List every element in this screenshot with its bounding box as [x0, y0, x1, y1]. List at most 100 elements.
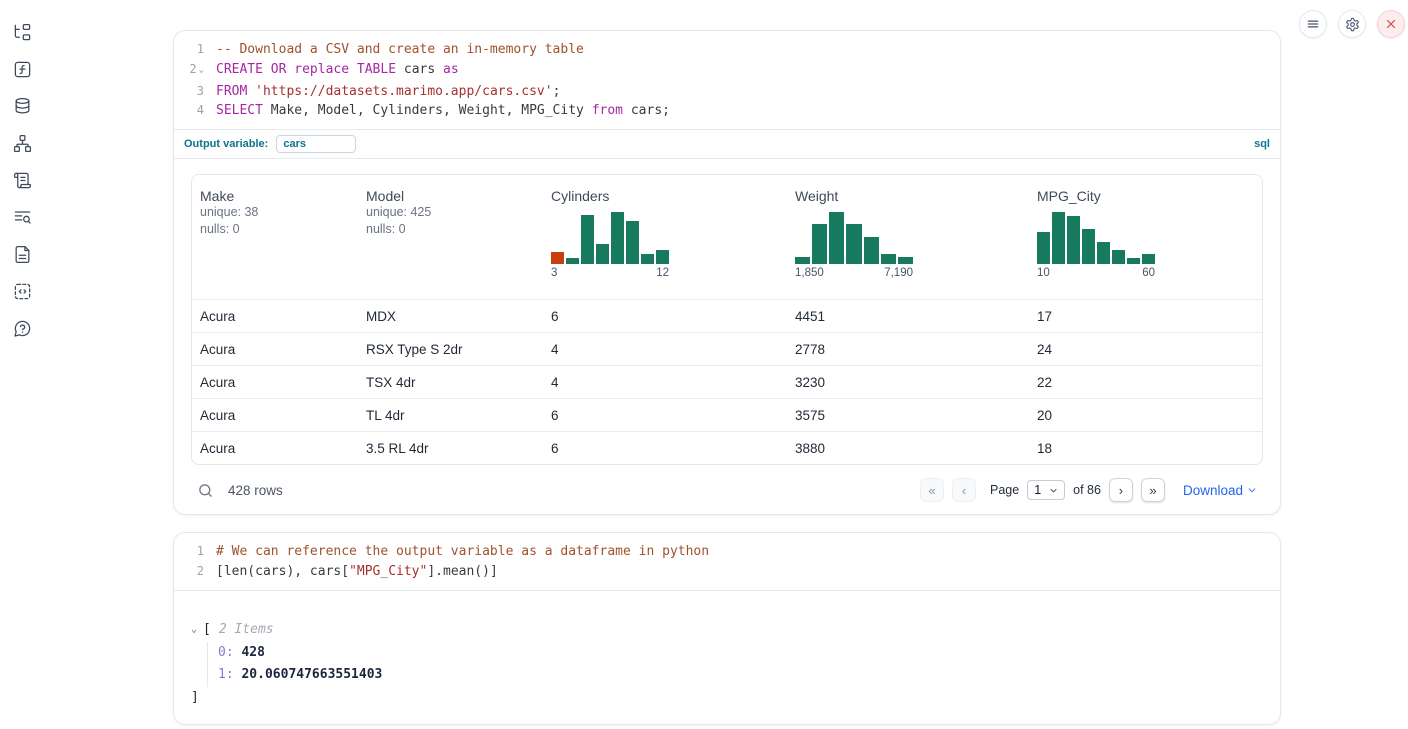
column-header[interactable]: Cylinders 312 [543, 175, 787, 285]
code-line: 2[len(cars), cars["MPG_City"].mean()] [174, 562, 1280, 582]
table-cell: Acura [192, 342, 358, 357]
close-bracket: ] [191, 688, 1263, 708]
column-header[interactable]: Modelunique: 425nulls: 0 [358, 175, 543, 243]
histogram-axis: 1,850 7,190 [795, 267, 913, 279]
items-count: 2 Items [219, 620, 274, 640]
line-number: 2 [174, 562, 208, 582]
tree-item-key: 0: [218, 645, 234, 660]
chevron-down-icon [1247, 485, 1257, 495]
column-stat: unique: 425 [366, 204, 535, 221]
page-label: Page [990, 483, 1019, 497]
first-page-button[interactable]: « [920, 478, 944, 502]
download-label: Download [1183, 483, 1243, 498]
table-cell: 2778 [787, 342, 1029, 357]
language-badge: sql [1254, 138, 1270, 150]
table-cell: 6 [543, 441, 787, 456]
histogram-bar [596, 244, 609, 264]
download-button[interactable]: Download [1183, 483, 1257, 498]
column-title: Model [366, 188, 535, 204]
histogram-bar [581, 215, 594, 264]
tree-head[interactable]: ⌄ [ 2 Items [191, 620, 1263, 640]
code-token: TABLE [357, 62, 396, 77]
code-text: [len(cars), cars["MPG_City"].mean()] [208, 562, 498, 582]
settings-button[interactable] [1338, 10, 1366, 38]
code-token: Make, Model, Cylinders, Weight, MPG_City [263, 103, 592, 118]
collapse-caret-icon[interactable]: ⌄ [191, 620, 203, 640]
scroll-logs-icon[interactable] [13, 171, 32, 190]
code-text: SELECT Make, Model, Cylinders, Weight, M… [208, 101, 670, 121]
menu-button[interactable] [1299, 10, 1327, 38]
code-token: replace [294, 62, 349, 77]
code-token: OR [271, 62, 287, 77]
data-table: Makeunique: 38nulls: 0Modelunique: 425nu… [191, 174, 1263, 465]
python-code-editor[interactable]: 1# We can reference the output variable … [174, 533, 1280, 590]
axis-max-label: 7,190 [884, 267, 913, 279]
code-line: 1# We can reference the output variable … [174, 542, 1280, 562]
histogram-axis: 10 60 [1037, 267, 1155, 279]
column-title: Cylinders [551, 188, 779, 204]
code-token: CREATE [216, 62, 263, 77]
table-cell: 3230 [787, 375, 1029, 390]
close-button[interactable] [1377, 10, 1405, 38]
column-stat: nulls: 0 [200, 221, 350, 238]
histogram-axis: 312 [551, 267, 669, 279]
axis-min-label: 1,850 [795, 267, 824, 279]
helper-sidebar [0, 0, 44, 729]
output-variable-input[interactable] [276, 135, 356, 153]
column-header[interactable]: Makeunique: 38nulls: 0 [192, 175, 358, 243]
python-cell-output: ⌄ [ 2 Items 0: 4281: 20.060747663551403 … [174, 590, 1280, 724]
column-header[interactable]: Weight1,8507,190 [787, 175, 1029, 285]
histogram-bars [795, 212, 913, 264]
line-number: 3 [174, 82, 208, 102]
last-page-button[interactable]: » [1141, 478, 1165, 502]
dependency-graph-icon[interactable] [13, 134, 32, 153]
axis-max-label: 60 [1142, 267, 1155, 279]
axis-min-label: 10 [1037, 267, 1050, 279]
database-icon[interactable] [13, 97, 32, 116]
fold-chevron-icon[interactable]: ⌄ [199, 61, 204, 81]
code-text: # We can reference the output variable a… [208, 542, 709, 562]
histogram-bar [1112, 250, 1125, 265]
page-select[interactable]: 1 [1027, 480, 1065, 500]
column-title: Make [200, 188, 350, 204]
help-chat-icon[interactable] [13, 319, 32, 338]
code-token: ].mean()] [427, 564, 497, 579]
histogram-bar [864, 237, 879, 265]
code-token: SELECT [216, 103, 263, 118]
document-icon[interactable] [13, 245, 32, 264]
histogram-bar [1037, 232, 1050, 264]
close-icon [1385, 18, 1397, 30]
table-cell: Acura [192, 375, 358, 390]
code-token [263, 62, 271, 77]
histogram-bar [1142, 254, 1155, 264]
chevron-down-icon [1049, 486, 1058, 495]
page-total: of 86 [1073, 483, 1101, 497]
next-page-button[interactable]: › [1109, 478, 1133, 502]
table-cell: TL 4dr [358, 408, 543, 423]
histogram-bars [1037, 212, 1155, 264]
column-histogram: 1,850 7,190 [795, 212, 913, 279]
code-line: 1-- Download a CSV and create an in-memo… [174, 40, 1280, 60]
code-token: 'https://datasets.marimo.app/cars.csv' [255, 84, 552, 99]
code-token: FROM [216, 84, 247, 99]
histogram-bar [812, 224, 827, 265]
code-token: cars; [623, 103, 670, 118]
text-search-icon[interactable] [13, 208, 32, 227]
output-variable-label: Output variable: [184, 138, 268, 150]
function-square-icon[interactable] [13, 60, 32, 79]
rows-info: 428 rows [197, 482, 283, 499]
table-footer: 428 rows « ‹ Page 1 of 86 › » Download [191, 465, 1263, 504]
table-cell: 22 [1029, 375, 1262, 390]
histogram-bar [881, 254, 896, 264]
gear-icon [1345, 17, 1360, 32]
tree-item-key: 1: [218, 667, 234, 682]
code-text: CREATE OR replace TABLE cars as [208, 60, 459, 82]
file-tree-icon[interactable] [13, 23, 32, 42]
histogram-bar [795, 257, 810, 264]
search-icon[interactable] [197, 482, 214, 499]
snippets-icon[interactable] [13, 282, 32, 301]
prev-page-button[interactable]: ‹ [952, 478, 976, 502]
sql-code-editor[interactable]: 1-- Download a CSV and create an in-memo… [174, 31, 1280, 129]
table-cell: 4 [543, 375, 787, 390]
column-header[interactable]: MPG_City1060 [1029, 175, 1262, 285]
